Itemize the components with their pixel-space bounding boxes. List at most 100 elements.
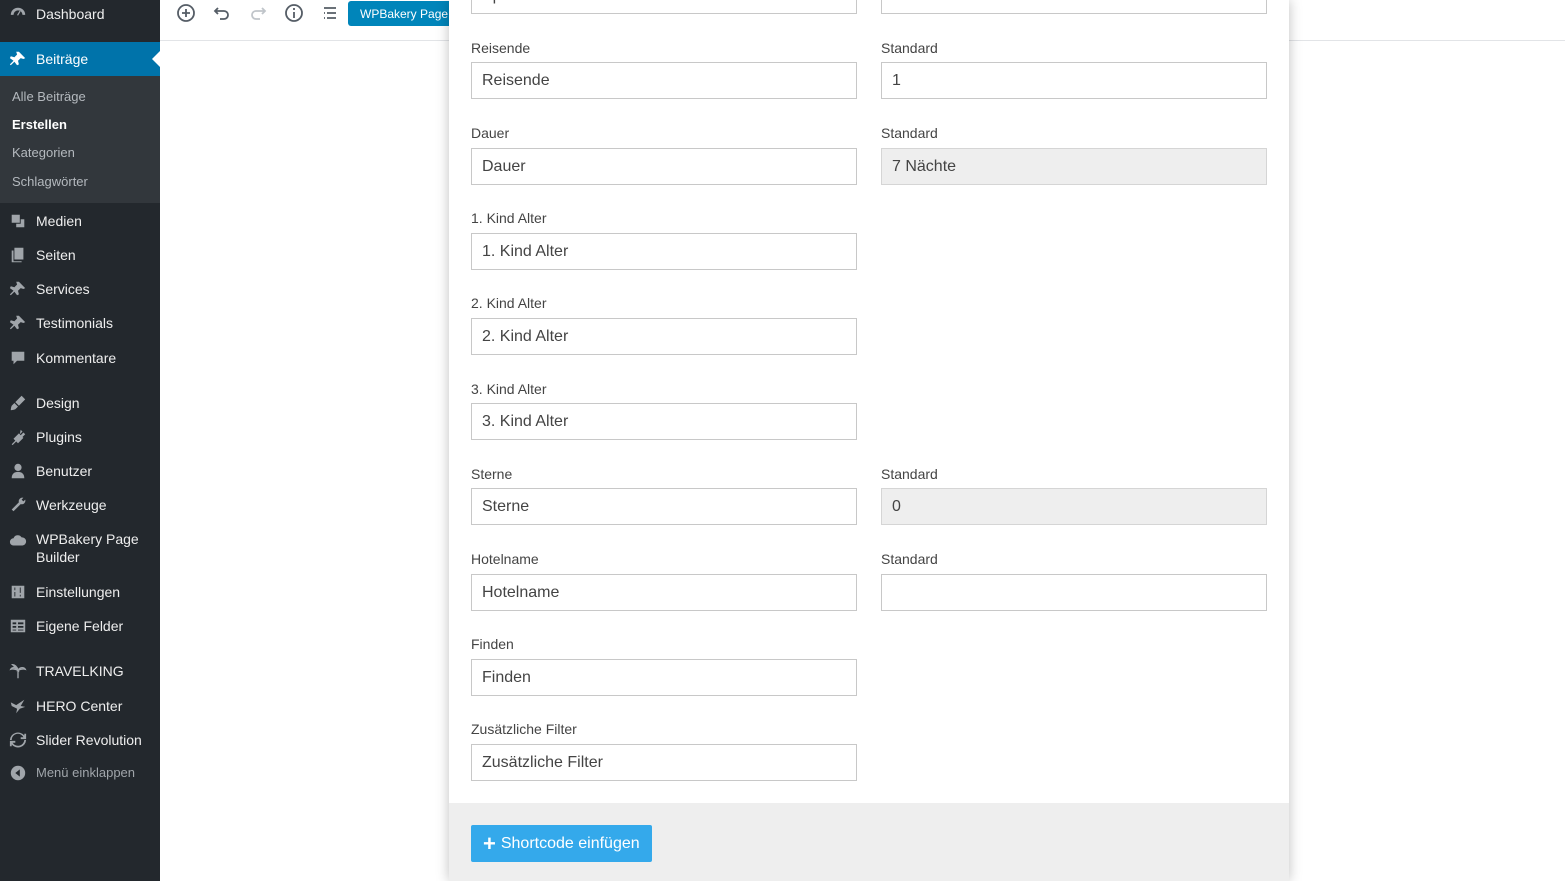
menu-plugins-label: Plugins (36, 429, 82, 445)
duration-default-select[interactable] (881, 148, 1267, 185)
submenu-all-posts[interactable]: Alle Beiträge (12, 89, 86, 104)
stars-default-select[interactable] (881, 488, 1267, 525)
media-icon (0, 212, 36, 230)
find-label: Finden (471, 636, 514, 652)
menu-plugins[interactable]: Plugins (0, 422, 160, 452)
menu-hero-center-label: HERO Center (36, 698, 123, 714)
menu-slider-revolution[interactable]: Slider Revolution (0, 725, 160, 755)
info-icon[interactable] (283, 2, 305, 24)
add-block-icon[interactable] (175, 2, 197, 24)
menu-users-label: Benutzer (36, 463, 93, 479)
hotelname-default-label: Standard (881, 551, 938, 567)
palm-icon (0, 662, 36, 680)
menu-design[interactable]: Design (0, 388, 160, 418)
child2-age-input[interactable] (471, 318, 857, 355)
menu-testimonials-label: Testimonials (36, 315, 114, 331)
redo-icon[interactable] (247, 2, 269, 24)
menu-design-label: Design (36, 395, 80, 411)
stars-default-label: Standard (881, 466, 938, 482)
menu-pages[interactable]: Seiten (0, 240, 160, 270)
menu-comments[interactable]: Kommentare (0, 343, 160, 373)
modal-footer: + Shortcode einfügen (449, 803, 1289, 881)
submenu-tags[interactable]: Schlagwörter (12, 174, 88, 189)
find-input[interactable] (471, 659, 857, 696)
menu-tools-label: Werkzeuge (36, 497, 107, 513)
collapse-arrow-icon (0, 764, 36, 782)
menu-travelking[interactable]: TRAVELKING (0, 656, 160, 686)
pages-icon (0, 246, 36, 264)
plus-icon: + (483, 830, 496, 856)
table-icon (0, 617, 36, 635)
travelers-default-label: Standard (881, 40, 938, 56)
duration-label: Dauer (471, 125, 510, 141)
menu-slider-revolution-label: Slider Revolution (36, 732, 142, 748)
plugin-icon (0, 428, 36, 446)
menu-dashboard-label: Dashboard (36, 6, 105, 22)
menu-collapse-label: Menü einklappen (36, 765, 136, 780)
menu-services-label: Services (36, 281, 90, 297)
brush-icon (0, 394, 36, 412)
outline-icon[interactable] (319, 2, 341, 24)
duration-default-label: Standard (881, 125, 938, 141)
menu-testimonials[interactable]: Testimonials (0, 308, 160, 338)
wrench-icon (0, 496, 36, 514)
wpbakery-button[interactable]: WPBakery Page Builder (348, 1, 458, 26)
duration-input[interactable] (471, 148, 857, 185)
menu-media[interactable]: Medien (0, 206, 160, 236)
insert-shortcode-button[interactable]: + Shortcode einfügen (471, 825, 652, 862)
submenu-create[interactable]: Erstellen (12, 117, 67, 132)
menu-settings-label: Einstellungen (36, 584, 121, 600)
pin-icon (0, 50, 36, 68)
menu-wpbakery-label: WPBakery Page Builder (36, 531, 139, 565)
pin-icon (0, 280, 36, 298)
menu-collapse[interactable]: Menü einklappen (0, 758, 160, 788)
travelers-label: Reisende (471, 40, 531, 56)
menu-wpbakery[interactable]: WPBakery Page Builder (0, 530, 160, 568)
submenu-categories[interactable]: Kategorien (12, 145, 75, 160)
menu-custom-fields[interactable]: Eigene Felder (0, 611, 160, 641)
child2-age-label: 2. Kind Alter (471, 295, 547, 311)
child3-age-label: 3. Kind Alter (471, 381, 547, 397)
comment-icon (0, 349, 36, 367)
hotelname-input[interactable] (471, 574, 857, 611)
admin-sidebar: Dashboard Beiträge Alle Beiträge Erstell… (0, 0, 160, 881)
menu-travelking-label: TRAVELKING (36, 663, 124, 679)
insert-shortcode-label: Shortcode einfügen (500, 834, 640, 852)
menu-pages-label: Seiten (36, 247, 76, 263)
menu-custom-fields-label: Eigene Felder (36, 618, 124, 634)
bird-icon (0, 697, 36, 715)
latest-departure-default-input[interactable] (881, 0, 1267, 14)
child1-age-input[interactable] (471, 233, 857, 270)
menu-comments-label: Kommentare (36, 350, 117, 366)
stars-label: Sterne (471, 466, 513, 482)
menu-tools[interactable]: Werkzeuge (0, 490, 160, 520)
hotelname-label: Hotelname (471, 551, 539, 567)
hotelname-default-input[interactable] (881, 574, 1267, 611)
extra-filter-label: Zusätzliche Filter (471, 721, 577, 737)
travelers-input[interactable] (471, 62, 857, 99)
shortcode-modal: Reisende Standard Dauer Standard 1. Kind… (449, 0, 1289, 881)
child1-age-label: 1. Kind Alter (471, 210, 547, 226)
cloud-icon (0, 530, 36, 550)
active-indicator (152, 51, 160, 67)
extra-filter-input[interactable] (471, 744, 857, 781)
user-icon (0, 462, 36, 480)
posts-submenu: Alle Beiträge Erstellen Kategorien Schla… (0, 76, 160, 203)
menu-settings[interactable]: Einstellungen (0, 577, 160, 607)
menu-hero-center[interactable]: HERO Center (0, 691, 160, 721)
wpbakery-button-label: WPBakery Page Builder (360, 6, 458, 21)
dashboard-icon (0, 5, 36, 23)
settings-icon (0, 583, 36, 601)
menu-posts-label: Beiträge (36, 51, 89, 67)
undo-icon[interactable] (211, 2, 233, 24)
menu-media-label: Medien (36, 213, 82, 229)
child3-age-input[interactable] (471, 403, 857, 440)
travelers-default-input[interactable] (881, 62, 1267, 99)
menu-dashboard[interactable]: Dashboard (0, 0, 160, 28)
latest-departure-input[interactable] (471, 0, 857, 14)
stars-input[interactable] (471, 488, 857, 525)
pin-icon (0, 314, 36, 332)
menu-services[interactable]: Services (0, 274, 160, 304)
menu-posts[interactable]: Beiträge (0, 42, 160, 76)
menu-users[interactable]: Benutzer (0, 456, 160, 486)
